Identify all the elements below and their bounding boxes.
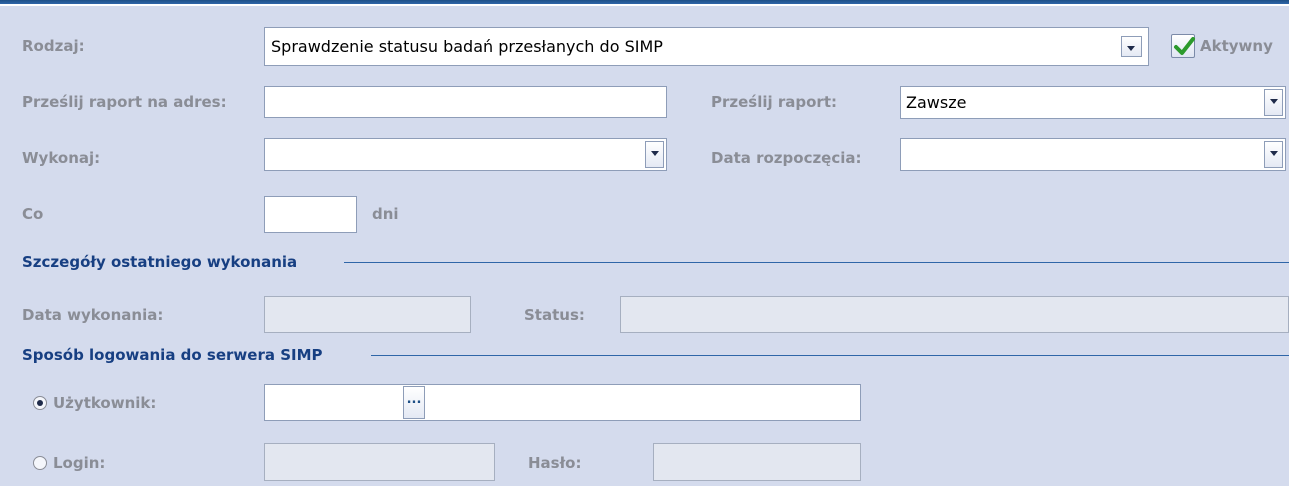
browse-user-button[interactable]: ... (403, 386, 425, 419)
login-section-title: Sposób logowania do serwera SIMP (22, 346, 323, 364)
haslo-field[interactable] (653, 443, 861, 481)
chevron-down-icon[interactable] (1264, 89, 1283, 116)
status-field (620, 296, 1289, 333)
checkmark-icon (1174, 37, 1195, 55)
aktywny-checkbox[interactable] (1171, 34, 1195, 58)
uzytkownik-label: Użytkownik: (53, 394, 157, 412)
chevron-down-icon[interactable] (1264, 141, 1283, 168)
data-rozp-label: Data rozpoczęcia: (711, 149, 862, 167)
przeslij-value: Zawsze (906, 93, 967, 112)
last-run-section-title: Szczegóły ostatniego wykonania (22, 253, 298, 271)
rodzaj-value: Sprawdzenie statusu badań przesłanych do… (271, 37, 663, 56)
przeslij-select[interactable]: Zawsze (900, 86, 1286, 119)
rodzaj-label: Rodzaj: (22, 37, 85, 55)
window-top-border (0, 0, 1289, 10)
wykonaj-select[interactable] (264, 138, 667, 171)
adres-label: Prześlij raport na adres: (22, 93, 227, 111)
przeslij-label: Prześlij raport: (711, 93, 837, 111)
data-wykonania-label: Data wykonania: (22, 306, 164, 324)
haslo-label: Hasło: (528, 454, 582, 472)
uzytkownik-field[interactable]: ... (264, 384, 861, 421)
dni-label: dni (372, 205, 399, 223)
data-wykonania-field (264, 296, 471, 333)
aktywny-label: Aktywny (1200, 37, 1273, 55)
login-radio[interactable] (33, 456, 47, 470)
login-field[interactable] (264, 443, 495, 481)
rodzaj-select[interactable]: Sprawdzenie statusu badań przesłanych do… (264, 27, 1149, 66)
login-label: Login: (53, 454, 106, 472)
adres-input[interactable] (264, 86, 667, 118)
status-label: Status: (524, 306, 585, 324)
co-label: Co (22, 205, 44, 223)
co-input[interactable] (264, 196, 357, 233)
chevron-down-icon[interactable] (645, 141, 664, 168)
uzytkownik-radio[interactable] (33, 396, 47, 410)
section-divider (344, 262, 1289, 263)
data-rozp-select[interactable] (900, 138, 1286, 171)
section-divider (371, 355, 1289, 356)
chevron-down-icon[interactable] (1121, 36, 1142, 57)
wykonaj-label: Wykonaj: (22, 149, 101, 167)
